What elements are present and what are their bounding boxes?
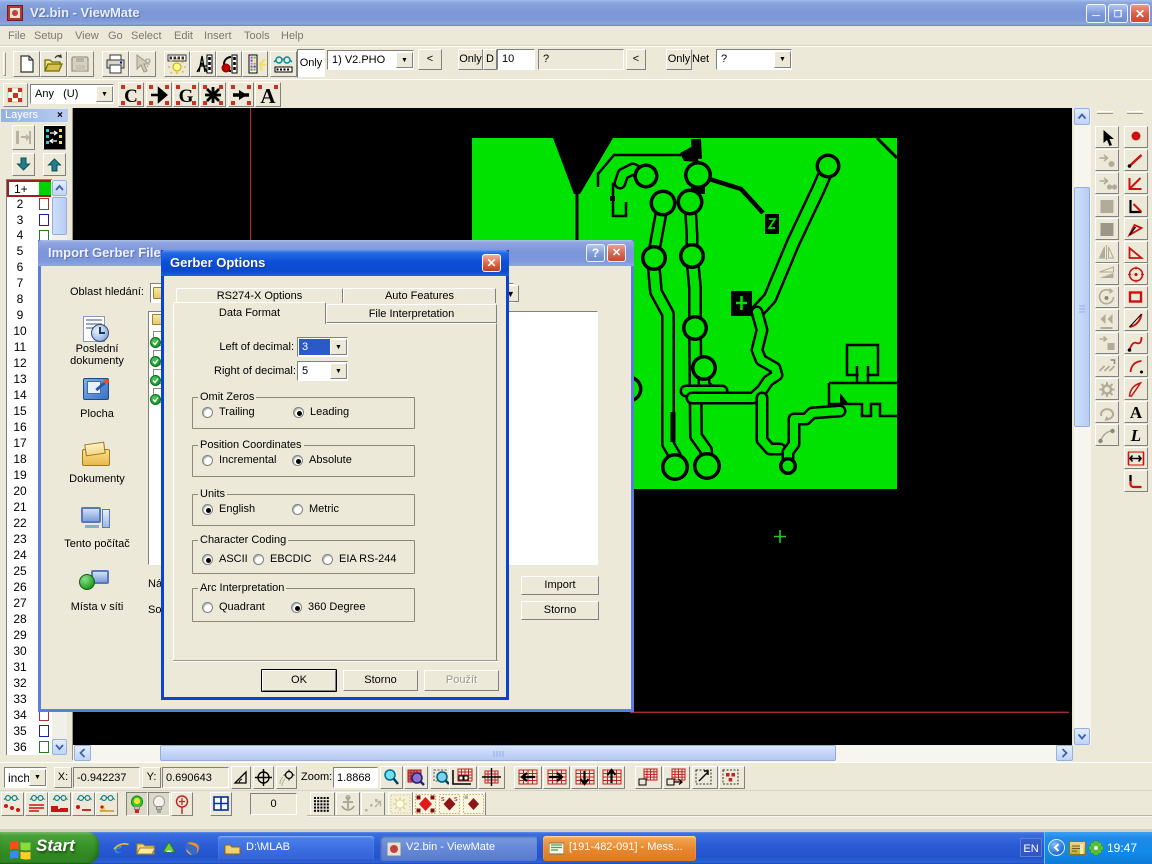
svg-text:C: C: [124, 86, 138, 107]
svg-text:?: ?: [144, 56, 151, 70]
svg-text:A: A: [1130, 403, 1143, 422]
svg-text:s: s: [441, 796, 445, 803]
svg-text:s: s: [454, 796, 458, 803]
svg-text:G: G: [179, 86, 194, 107]
svg-text:L: L: [1130, 426, 1141, 445]
svg-text:A: A: [260, 84, 276, 107]
